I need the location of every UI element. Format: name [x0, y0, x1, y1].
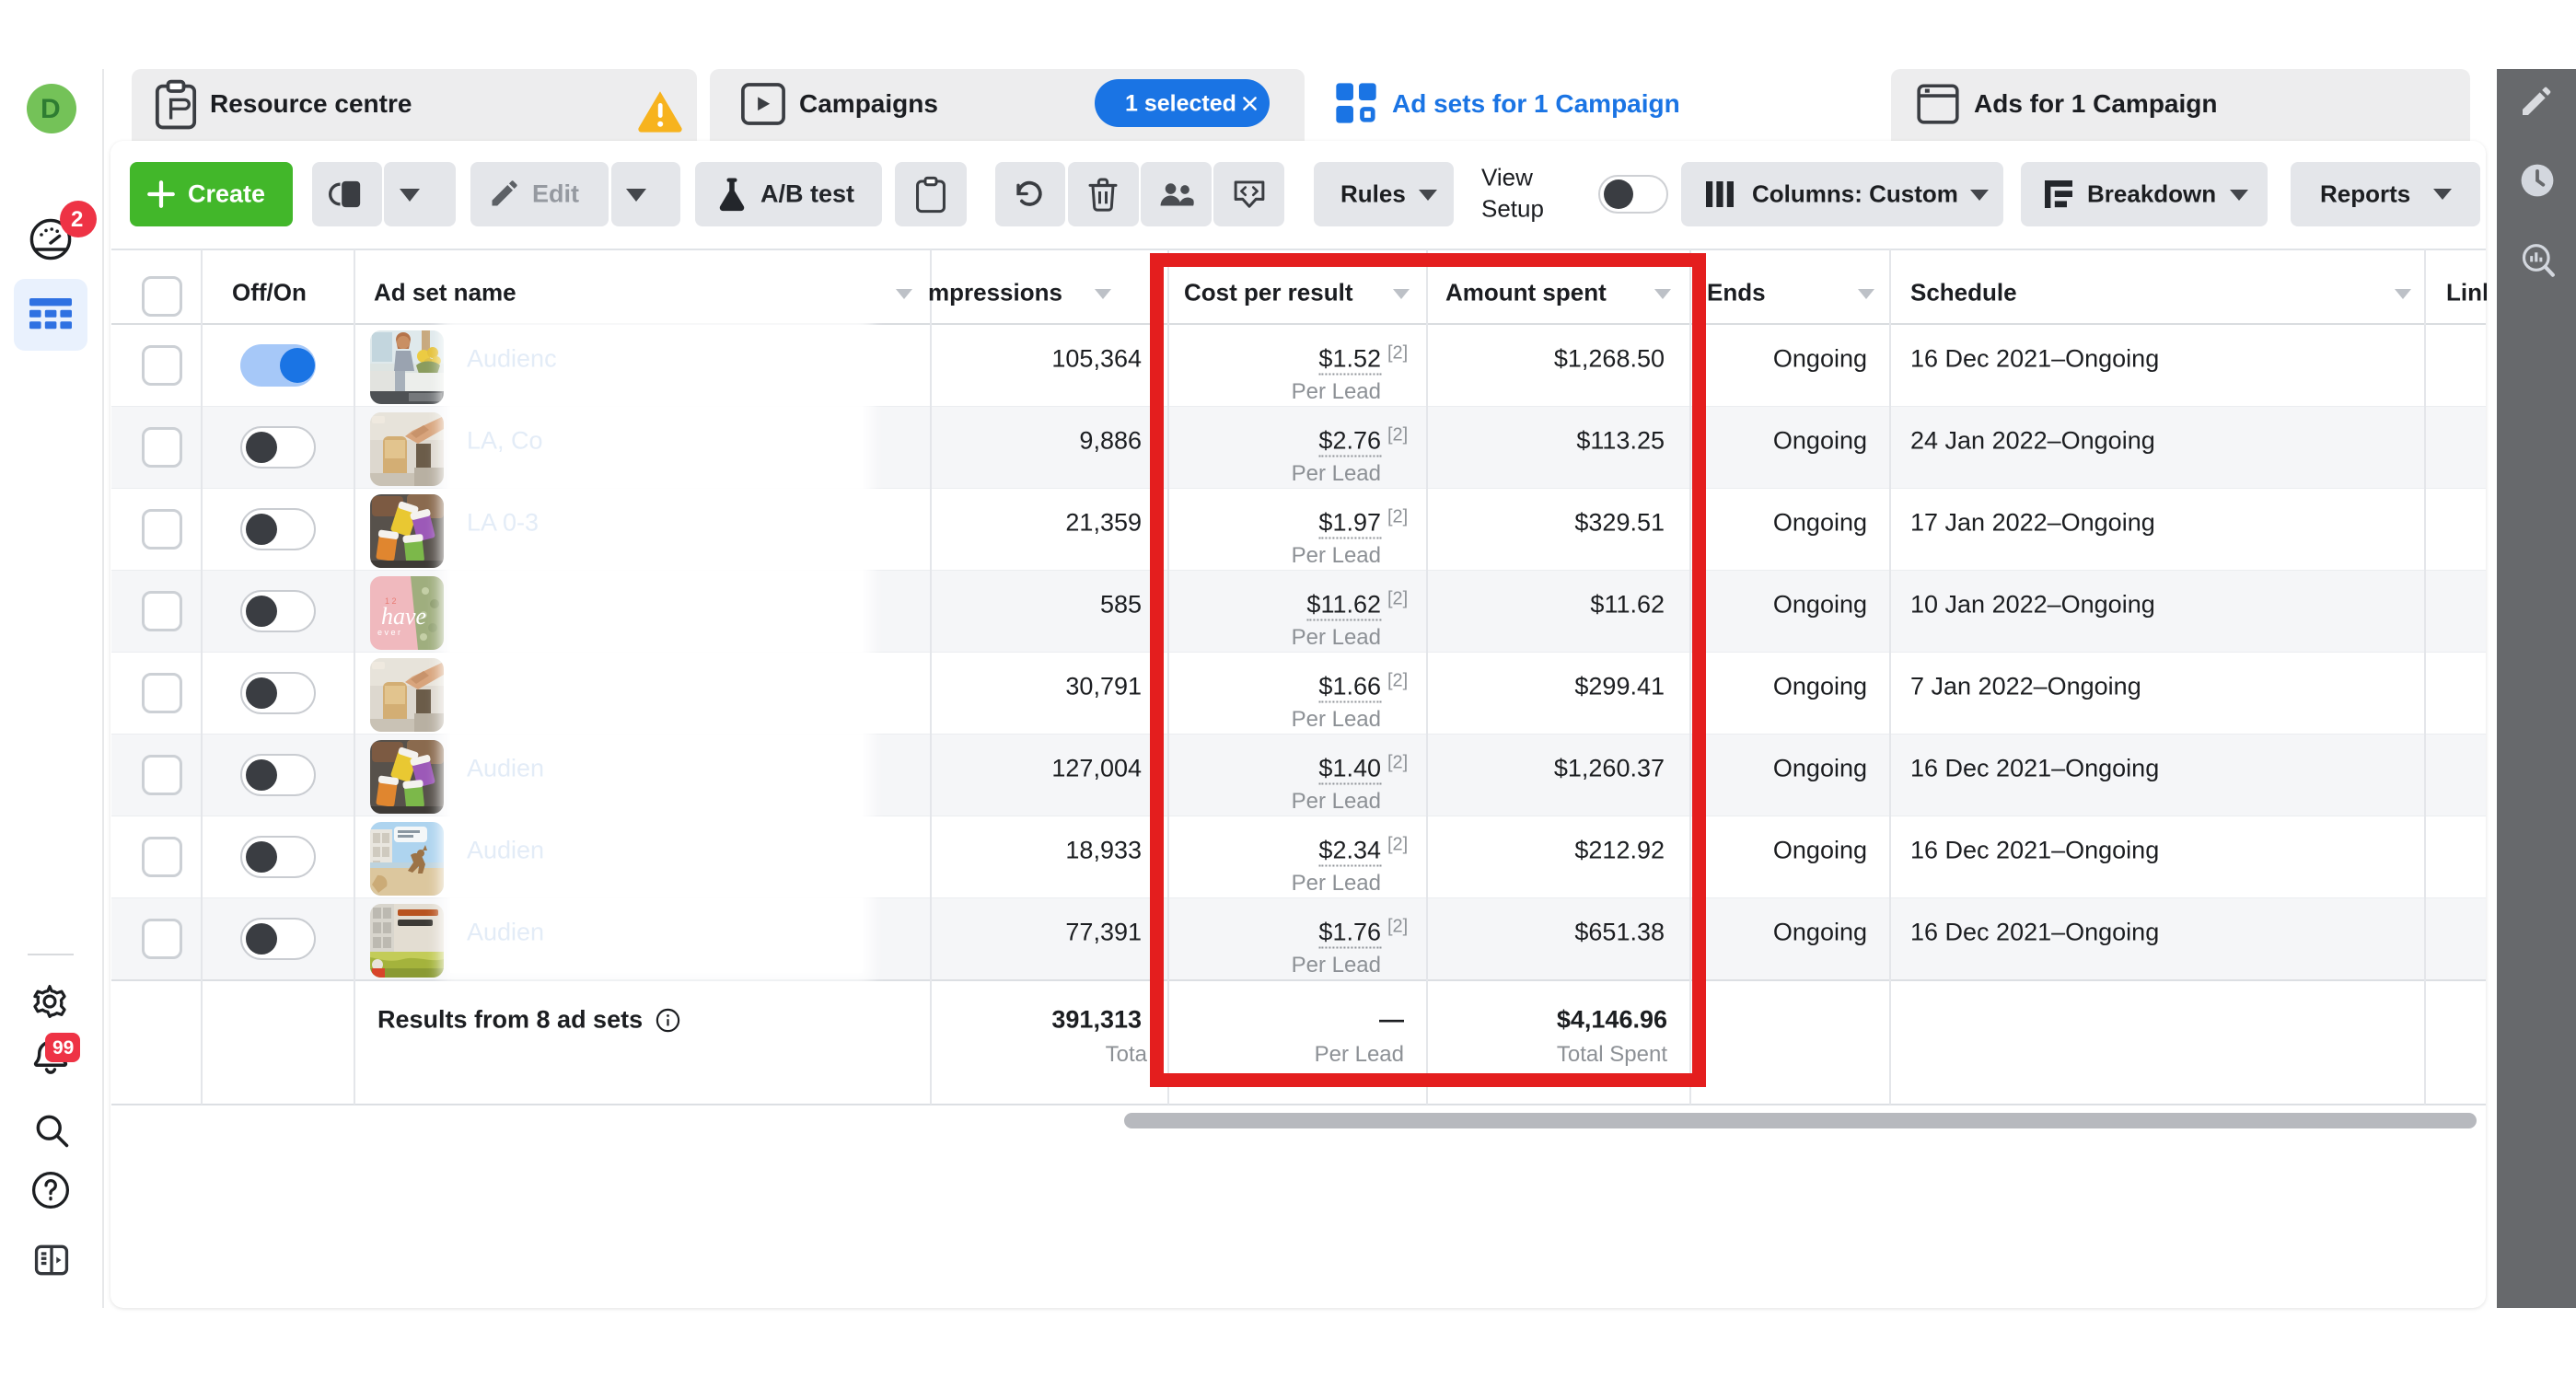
svg-text:e v e r: e v e r	[377, 628, 400, 637]
svg-text:1 2: 1 2	[385, 596, 397, 606]
svg-text:have: have	[381, 603, 426, 630]
